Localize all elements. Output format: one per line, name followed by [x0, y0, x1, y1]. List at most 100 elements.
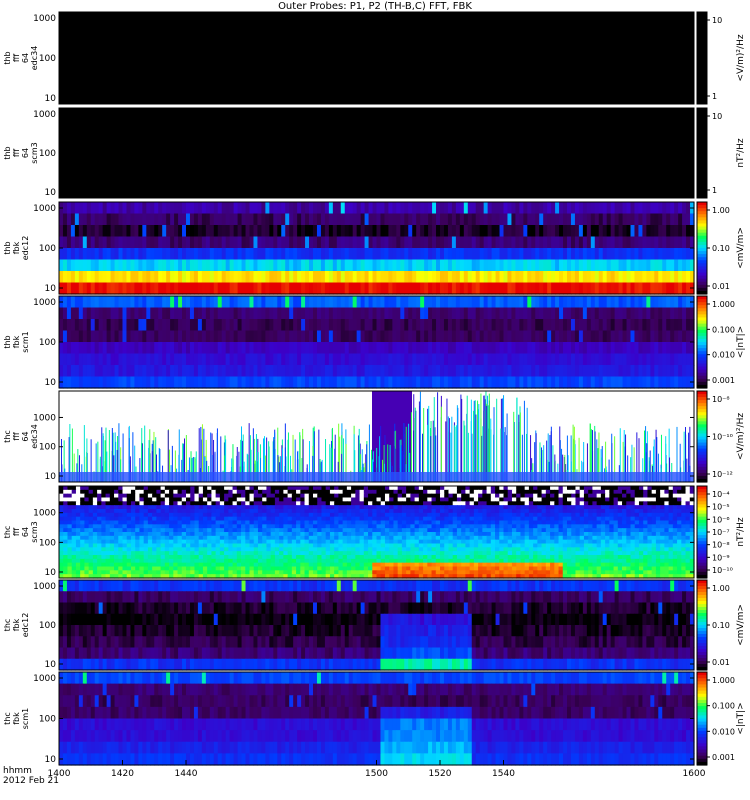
heatmap-cell	[483, 236, 489, 249]
heatmap-cell	[97, 516, 102, 522]
heatmap-cell	[658, 202, 663, 215]
heatmap-cell	[682, 236, 687, 249]
heatmap-cell	[427, 501, 433, 506]
heatmap-cell	[356, 376, 362, 389]
heatmap-cell	[80, 516, 85, 522]
heatmap-cell	[642, 319, 647, 332]
heatmap-cell	[269, 236, 274, 249]
heatmap-cell	[181, 524, 187, 529]
heatmap-cell	[410, 509, 416, 514]
heatmap-cell	[609, 493, 615, 499]
heatmap-cell	[215, 505, 221, 510]
heatmap-cell	[84, 516, 90, 522]
heatmap-cell	[455, 282, 461, 295]
heatmap-cell	[156, 524, 162, 529]
heatmap-cell	[321, 486, 327, 491]
heatmap-cell	[535, 319, 540, 332]
heatmap-cell	[511, 225, 517, 238]
heatmap-cell	[245, 259, 251, 272]
heatmap-cell	[257, 319, 263, 332]
panel-label-line: 64	[21, 148, 30, 158]
heatmap-cell	[193, 271, 199, 284]
heatmap-cell	[110, 248, 116, 261]
heatmap-cell	[555, 271, 560, 284]
heatmap-cell	[447, 342, 453, 355]
heatmap-cell	[109, 524, 115, 529]
heatmap-cell	[368, 486, 373, 491]
heatmap-cell	[228, 493, 234, 499]
heatmap-cell	[221, 296, 227, 309]
heatmap-cell	[626, 202, 632, 215]
heatmap-cell	[193, 213, 199, 226]
heatmap-cell	[376, 486, 382, 491]
heatmap-cell	[626, 319, 632, 332]
heatmap-cell	[550, 489, 555, 495]
heatmap-cell	[515, 296, 520, 309]
heatmap-cell	[193, 376, 199, 389]
heatmap-cell	[596, 493, 602, 499]
heatmap-cell	[150, 282, 155, 295]
heatmap-cell	[547, 365, 552, 378]
heatmap-cell	[416, 259, 421, 272]
heatmap-cell	[75, 524, 81, 529]
heatmap-cell	[241, 271, 247, 284]
heatmap-cell	[324, 225, 330, 238]
heatmap-cell	[109, 489, 115, 495]
heatmap-cell	[436, 259, 441, 272]
heatmap-cell	[456, 486, 462, 491]
heatmap-cell	[575, 486, 581, 491]
heatmap-cell	[105, 509, 111, 514]
heatmap-cell	[130, 489, 136, 495]
heatmap-cell	[236, 512, 242, 518]
heatmap-cell	[78, 225, 84, 238]
heatmap-cell	[384, 330, 390, 343]
heatmap-cell	[236, 509, 242, 514]
heatmap-cell	[384, 342, 390, 355]
heatmap-cell	[170, 319, 175, 332]
heatmap-cell	[332, 319, 338, 332]
heatmap-cell	[189, 225, 195, 238]
heatmap-cell	[177, 528, 183, 533]
heatmap-cell	[122, 497, 128, 502]
heatmap-cell	[677, 505, 682, 510]
heatmap-cell	[479, 236, 485, 249]
heatmap-cell	[440, 376, 445, 389]
heatmap-cell	[478, 486, 483, 491]
heatmap-cell	[610, 248, 616, 261]
heatmap-cell	[198, 512, 204, 518]
heatmap-cell	[110, 271, 116, 284]
heatmap-cell	[647, 512, 653, 518]
heatmap-cell	[424, 271, 429, 284]
heatmap-cell	[455, 213, 461, 226]
heatmap-cell	[539, 259, 544, 272]
heatmap-cell	[424, 342, 429, 355]
heatmap-cell	[418, 509, 424, 514]
heatmap-cell	[71, 505, 77, 510]
heatmap-cell	[516, 493, 522, 499]
heatmap-cell	[304, 489, 310, 495]
heatmap-cell	[531, 282, 536, 295]
heatmap-cell	[253, 365, 259, 378]
heatmap-cell	[554, 524, 560, 529]
heatmap-cell	[285, 353, 290, 366]
heatmap-cell	[384, 213, 390, 226]
heatmap-cell	[221, 202, 227, 215]
heatmap-cell	[253, 353, 259, 366]
heatmap-cell	[277, 342, 282, 355]
heatmap-cell	[499, 376, 505, 389]
heatmap-cell	[547, 296, 552, 309]
heatmap-cell	[142, 319, 147, 332]
heatmap-cell	[102, 376, 108, 389]
heatmap-cell	[287, 512, 293, 518]
heatmap-cell	[646, 282, 651, 295]
heatmap-cell	[610, 365, 616, 378]
heatmap-cell	[90, 353, 96, 366]
heatmap-cell	[559, 376, 564, 389]
heatmap-cell	[664, 501, 670, 506]
heatmap-cell	[126, 365, 132, 378]
heatmap-cell	[193, 225, 199, 238]
heatmap-cell	[363, 505, 369, 510]
heatmap-cell	[237, 365, 243, 378]
heatmap-cell	[266, 509, 272, 514]
heatmap-cell	[289, 296, 294, 309]
